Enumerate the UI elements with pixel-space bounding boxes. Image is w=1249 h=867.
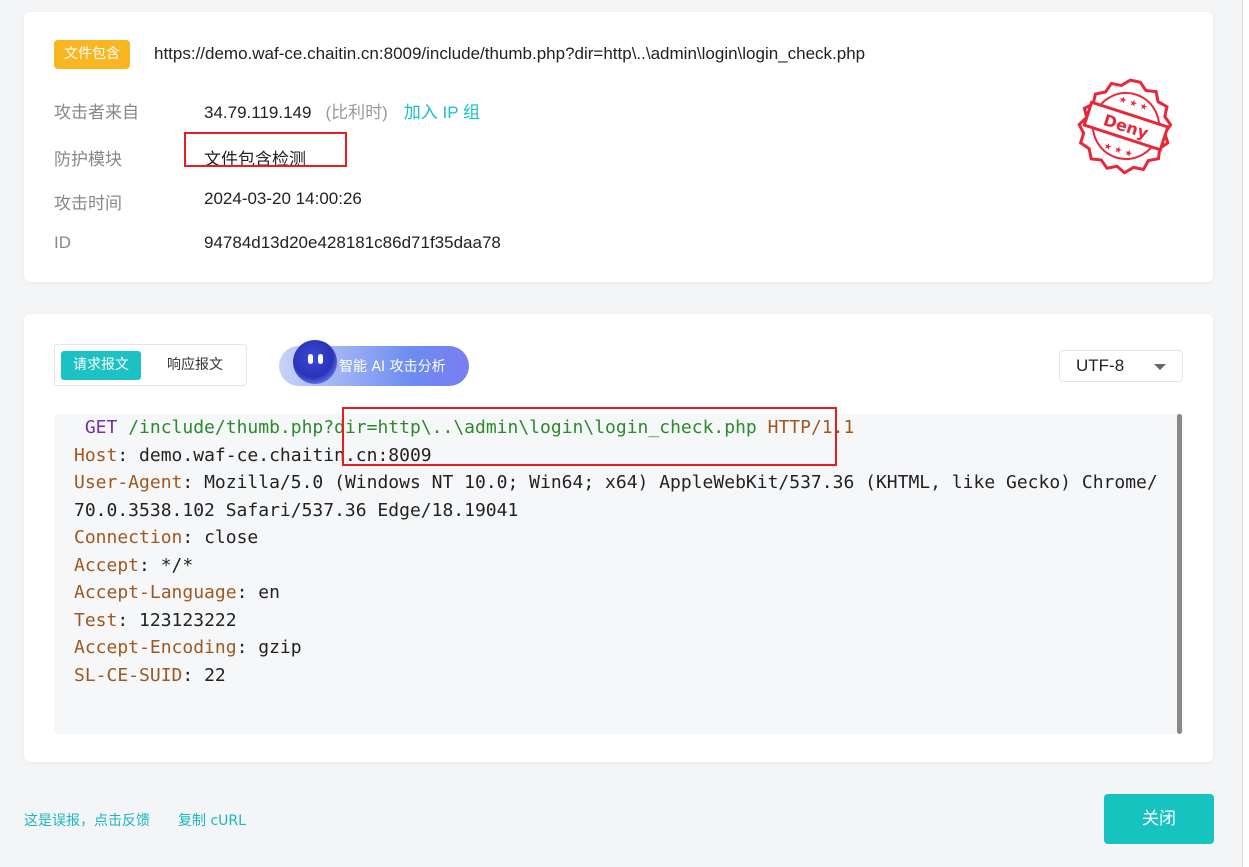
- ai-analysis-button[interactable]: 智能 AI 攻击分析: [279, 340, 469, 386]
- close-button[interactable]: 关闭: [1104, 794, 1214, 844]
- id-label: ID: [54, 233, 71, 252]
- tab-request[interactable]: 请求报文: [61, 351, 141, 380]
- header-line-connection: Connection: close: [74, 527, 259, 548]
- encoding-value: UTF-8: [1076, 356, 1125, 375]
- time-label: 攻击时间: [54, 194, 122, 213]
- copy-curl-link[interactable]: 复制 cURL: [178, 810, 246, 830]
- false-positive-link[interactable]: 这是误报，点击反馈: [24, 810, 150, 830]
- ai-analysis-label: 智能 AI 攻击分析: [339, 359, 446, 375]
- highlight-box-module: [184, 132, 347, 167]
- encoding-select[interactable]: UTF-8: [1059, 350, 1183, 382]
- attack-url: https://demo.waf-ce.chaitin.cn:8009/incl…: [154, 44, 866, 63]
- add-ip-group-link[interactable]: 加入 IP 组: [404, 103, 480, 122]
- attacker-label: 攻击者来自: [54, 103, 139, 122]
- message-type-toggle: 请求报文 响应报文: [54, 344, 247, 386]
- attack-type-tag: 文件包含: [54, 40, 130, 69]
- header-line-accept-language: Accept-Language: en: [74, 582, 280, 603]
- header-line-accept: Accept: */*: [74, 554, 194, 576]
- chevron-down-icon: [1154, 364, 1166, 370]
- background-window-edge: [1242, 0, 1249, 867]
- tab-response[interactable]: 响应报文: [155, 351, 235, 380]
- request-detail-card: 请求报文 响应报文 智能 AI 攻击分析 UTF-8 GET /include/…: [24, 314, 1213, 762]
- module-label: 防护模块: [54, 150, 122, 169]
- header-line-suid: SL-CE-SUID: 22: [74, 664, 226, 686]
- attacker-region: (比利时): [325, 103, 388, 122]
- time-value: 2024-03-20 14:00:26: [204, 189, 362, 208]
- attacker-ip: 34.79.119.149: [204, 103, 312, 122]
- header-line-test: Test: 123123222: [74, 609, 237, 631]
- header-line-accept-encoding: Accept-Encoding: gzip: [74, 637, 302, 658]
- attacker-info: 34.79.119.149 (比利时) 加入 IP 组: [204, 98, 480, 123]
- header-line-user-agent: User-Agent: Mozilla/5.0 (Windows NT 10.0…: [74, 472, 1158, 521]
- deny-stamp: Deny ★ ★ ★ ★ ★ ★: [1077, 78, 1173, 175]
- highlight-box-path: [342, 407, 837, 466]
- id-value: 94784d13d20e428181c86d71f35daa78: [204, 233, 501, 252]
- event-summary-card: 文件包含 https://demo.waf-ce.chaitin.cn:8009…: [24, 12, 1213, 282]
- code-scrollbar[interactable]: [1177, 414, 1182, 734]
- ai-robot-icon: [293, 340, 337, 384]
